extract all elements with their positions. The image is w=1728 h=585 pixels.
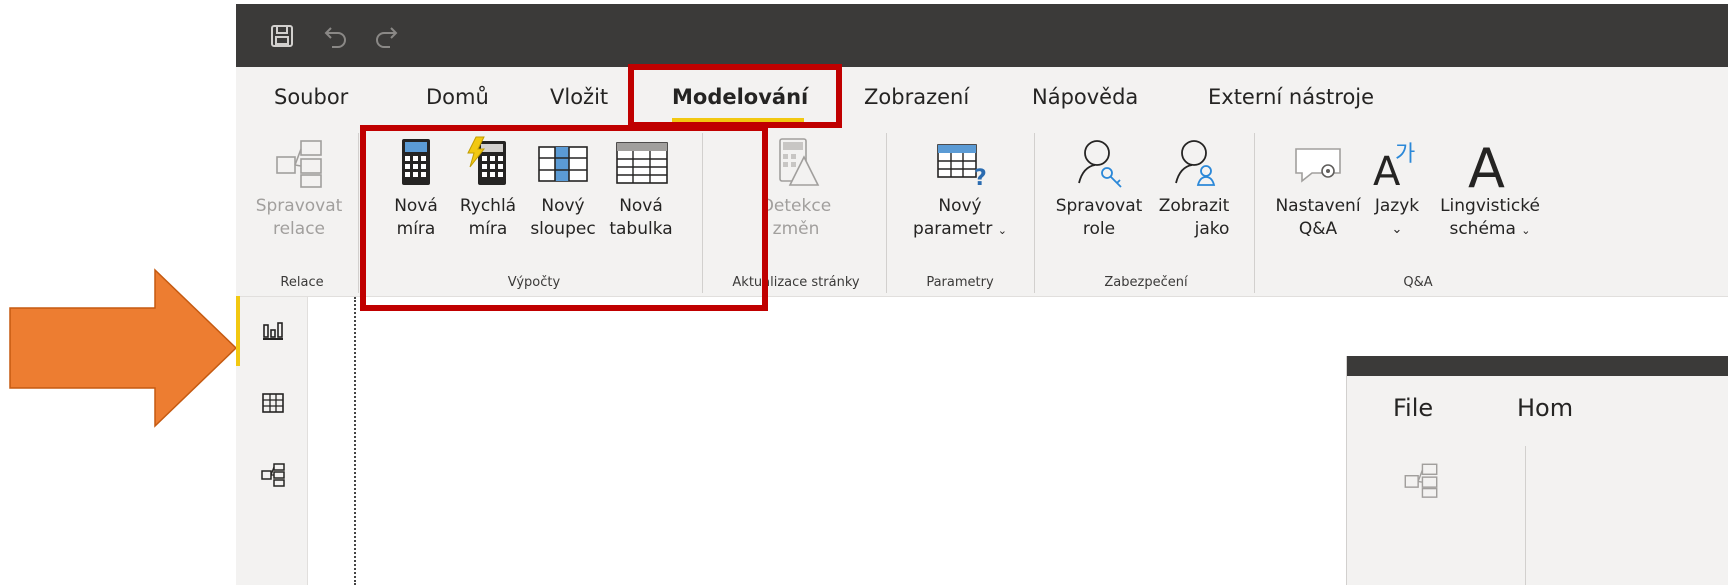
inset-title-bar [1347,356,1728,376]
calculator-icon [402,139,430,185]
tab-zobrazeni[interactable]: Zobrazení [864,85,969,109]
group-label-qa: Q&A [1403,275,1433,290]
ribbon-separator [1525,446,1526,585]
manage-roles-button[interactable]: Spravovat role [1048,135,1150,241]
quick-measure-label-1: Rychlá [459,196,517,216]
chevron-down-icon: ⌄ [1521,224,1531,237]
inset-window: File Hom [1346,356,1728,585]
menu-bar: Soubor Domů Vložit Modelování Zobrazení … [236,67,1728,125]
relationships-icon [1404,463,1438,498]
svg-text:?: ? [974,166,987,191]
view-as-label-1: Zobrazit [1158,196,1230,216]
svg-text:가: 가 [1395,142,1415,167]
model-view-icon[interactable] [260,462,286,488]
quick-measure-icon [467,136,506,185]
new-table-label-1: Nová [619,196,663,216]
manage-roles-label-2: role [1082,219,1116,239]
new-table-label-2: tabulka [609,219,673,239]
new-column-icon [538,146,588,182]
annotation-arrow [9,268,238,428]
data-view-icon[interactable] [260,390,286,416]
qa-setup-label-1: Nastavení [1275,196,1361,216]
redo-icon[interactable] [372,22,400,50]
linguistic-schema-label-2: schéma [1449,219,1516,239]
manage-relationships-button[interactable]: Spravovat relace [240,135,358,241]
manage-roles-label-1: Spravovat [1055,196,1143,216]
qa-setup-button[interactable]: Nastavení Q&A [1270,135,1366,241]
view-as-button[interactable]: Zobrazit jako [1152,135,1236,241]
new-measure-label-1: Nová [394,196,438,216]
ribbon-separator [886,133,887,293]
language-button[interactable]: A 가 Jazyk ⌄ [1368,135,1426,241]
new-parameter-button[interactable]: ? Nový parametr ⌄ [900,135,1020,242]
active-view-indicator [236,296,240,366]
view-as-label-2: jako [1194,219,1230,239]
report-view-icon[interactable] [260,317,286,343]
group-label-vypocty: Výpočty [507,275,561,290]
new-measure-button[interactable]: Nová míra [384,135,448,241]
tab-modelovani[interactable]: Modelování [672,85,808,109]
svg-text:A: A [1468,137,1505,191]
change-detection-icon [779,138,820,186]
inset-tab-home[interactable]: Hom [1517,394,1573,422]
linguistic-schema-button[interactable]: A Lingvistické schéma ⌄ [1432,135,1548,242]
group-label-aktualizace: Aktualizace stránky [732,275,860,290]
title-bar [236,4,1728,67]
qa-setup-label-2: Q&A [1298,219,1338,239]
tab-napoveda[interactable]: Nápověda [1032,85,1138,109]
new-table-button[interactable]: Nová tabulka [602,135,680,241]
ribbon-separator [1254,133,1255,293]
tab-domu[interactable]: Domů [426,85,489,109]
quick-measure-label-2: míra [468,219,508,239]
tab-soubor[interactable]: Soubor [274,85,348,109]
ribbon-separator [1034,133,1035,293]
view-as-icon [1175,140,1216,186]
power-bi-window: Soubor Domů Vložit Modelování Zobrazení … [236,4,1728,585]
chevron-down-icon: ⌄ [1391,222,1403,237]
save-icon[interactable] [268,22,296,50]
new-column-label-2: sloupec [530,219,596,239]
ribbon-separator [358,133,359,293]
language-label-1: Jazyk [1374,196,1420,216]
manage-relationships-label-1: Spravovat [255,196,343,216]
ribbon: Spravovat relace Relace Nová míra Rychlá… [236,125,1728,297]
group-label-relace: Relace [280,275,324,290]
relationships-icon [276,140,322,188]
new-column-label-1: Nový [541,196,585,216]
manage-roles-icon [1078,140,1122,188]
undo-icon[interactable] [322,22,350,50]
active-tab-underline [672,118,804,122]
inset-tab-file[interactable]: File [1393,394,1433,422]
linguistic-schema-label-1: Lingvistické [1440,196,1540,216]
parameter-icon: ? [937,144,987,191]
linguistic-schema-icon: A [1468,137,1505,191]
manage-relationships-label-2: relace [272,219,326,239]
tab-vlozit[interactable]: Vložit [550,85,608,109]
new-parameter-label-2: parametr [913,219,993,239]
ribbon-separator [702,133,703,293]
group-label-zabezpeceni: Zabezpečení [1104,275,1188,290]
new-table-icon [616,142,668,184]
new-column-button[interactable]: Nový sloupec [526,135,600,241]
quick-measure-button[interactable]: Rychlá míra [452,135,524,241]
language-icon: A 가 [1373,142,1415,191]
canvas-edge-dotted [354,297,356,585]
tab-externi-nastroje[interactable]: Externí nástroje [1208,85,1374,109]
change-detection-button[interactable]: Detekce změn [746,135,846,241]
new-measure-label-2: míra [396,219,436,239]
change-detection-label-1: Detekce [760,196,832,216]
group-label-parametry: Parametry [926,275,994,290]
chevron-down-icon: ⌄ [997,224,1007,237]
change-detection-label-2: změn [772,219,820,239]
qa-setup-icon [1295,148,1341,183]
new-parameter-label-1: Nový [938,196,982,216]
